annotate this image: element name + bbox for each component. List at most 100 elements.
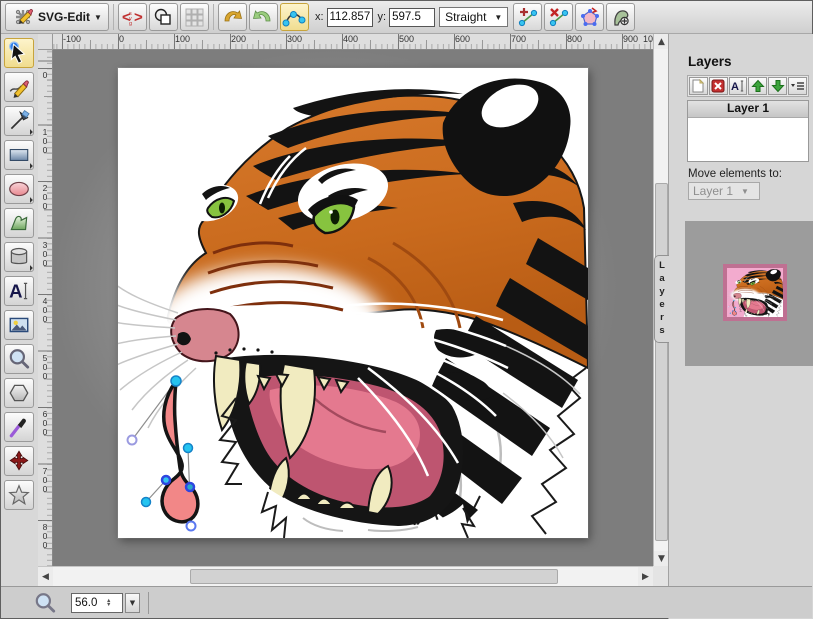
- zoom-level-input[interactable]: [72, 596, 106, 610]
- vertical-ruler: 0100200300400500600700800: [38, 50, 53, 566]
- ruler-label: 800: [40, 522, 50, 549]
- close-path-button[interactable]: [575, 3, 604, 31]
- path-tool-icon: [7, 211, 31, 235]
- pencil-tool-icon: [7, 75, 31, 99]
- open-path-button[interactable]: [606, 3, 635, 31]
- layer-menu-button[interactable]: [788, 77, 807, 95]
- svg-text:A: A: [731, 81, 739, 93]
- flyout-arrow-icon: [27, 265, 33, 271]
- text-tool-icon: A: [7, 279, 31, 303]
- ruler-label: 500: [40, 353, 50, 380]
- tool-ellipse[interactable]: [4, 174, 34, 204]
- redo-button[interactable]: [249, 3, 278, 31]
- move-layer-down-button[interactable]: [768, 77, 787, 95]
- layer-list: Layer 1: [687, 100, 809, 162]
- zoom-spinner[interactable]: ▲▼: [106, 599, 111, 607]
- grid-icon: [184, 7, 204, 27]
- layers-panel-toggle-tab[interactable]: Layers: [654, 255, 669, 343]
- grid-button[interactable]: [180, 3, 209, 31]
- vertical-scroll-thumb[interactable]: [655, 183, 668, 541]
- canvas-artwork: [118, 68, 588, 538]
- delete-node-icon: [548, 6, 570, 28]
- scroll-up-arrow[interactable]: ▲: [654, 34, 669, 49]
- scroll-left-arrow[interactable]: ◀: [38, 567, 53, 587]
- tool-path[interactable]: [4, 208, 34, 238]
- line-tool-icon: [7, 109, 31, 133]
- cylinder-icon: [7, 245, 31, 269]
- tool-line[interactable]: [4, 106, 34, 136]
- ruler-label: 100: [40, 127, 50, 154]
- tool-ornament[interactable]: [4, 446, 34, 476]
- ornament-icon: [7, 449, 31, 473]
- tool-pencil[interactable]: [4, 72, 34, 102]
- tool-star[interactable]: [4, 480, 34, 510]
- svg-edit-logo-icon: [12, 6, 34, 28]
- zoom-level-field: ▲▼: [71, 593, 123, 613]
- delete-node-button[interactable]: [544, 3, 573, 31]
- select-caret-icon: ▼: [494, 13, 502, 22]
- layer-down-icon: [771, 79, 785, 93]
- bottom-toolbar: ▲▼ ▼: [1, 586, 812, 618]
- segment-type-value: Straight: [445, 10, 486, 24]
- scroll-down-arrow[interactable]: ▼: [654, 551, 669, 566]
- ruler-label: 700: [511, 34, 526, 44]
- ruler-label: 400: [343, 34, 358, 44]
- logo-label: SVG-Edit: [38, 10, 90, 24]
- source-editor-button[interactable]: < > s v g: [118, 3, 147, 31]
- svg-edit-window: SVG-Edit ▼ < > s v g: [0, 0, 813, 619]
- ruler-label: 500: [399, 34, 414, 44]
- tool-shape-library[interactable]: [4, 242, 34, 272]
- shapes-icon: [153, 7, 174, 27]
- document-preview-region: [685, 221, 813, 366]
- scroll-right-arrow[interactable]: ▶: [638, 567, 653, 587]
- select-tool-icon: [7, 41, 31, 65]
- svg-text:>: >: [134, 9, 143, 26]
- zoom-preset-dropdown[interactable]: ▼: [125, 593, 140, 613]
- ruler-corner: [38, 34, 53, 50]
- rename-layer-button[interactable]: A: [729, 77, 748, 95]
- bottom-bar-divider: [148, 592, 149, 614]
- node-link-icon: [282, 6, 306, 28]
- delete-layer-button[interactable]: [709, 77, 728, 95]
- tool-rectangle[interactable]: [4, 140, 34, 170]
- scrollbar-corner: [653, 566, 668, 586]
- hexagon-icon: [7, 381, 31, 405]
- svg-text:g: g: [129, 21, 132, 27]
- main-menu-button[interactable]: SVG-Edit ▼: [5, 3, 109, 31]
- segment-type-select[interactable]: Straight ▼: [439, 7, 508, 27]
- select-caret-icon: ▼: [741, 187, 749, 196]
- ruler-label: 300: [287, 34, 302, 44]
- tool-select[interactable]: [4, 38, 34, 68]
- workspace: [53, 50, 653, 566]
- ruler-label: 0: [40, 70, 50, 79]
- node-link-toggle-button[interactable]: [280, 3, 309, 31]
- new-layer-button[interactable]: [689, 77, 708, 95]
- redo-icon: [252, 7, 274, 27]
- add-node-icon: [517, 6, 539, 28]
- add-node-button[interactable]: [513, 3, 542, 31]
- tool-zoom[interactable]: [4, 344, 34, 374]
- y-coordinate-input[interactable]: [389, 8, 435, 27]
- document-thumbnail[interactable]: [723, 264, 787, 321]
- layer-row-active[interactable]: Layer 1: [688, 101, 808, 118]
- tool-eyedropper[interactable]: [4, 412, 34, 442]
- move-layer-up-button[interactable]: [748, 77, 767, 95]
- close-path-icon: [579, 6, 601, 28]
- zoom-icon: [33, 591, 57, 615]
- layer-buttons-row: A: [687, 75, 809, 97]
- undo-button[interactable]: [218, 3, 247, 31]
- layer-up-icon: [751, 79, 765, 93]
- horizontal-scrollbar[interactable]: ◀ ▶: [38, 566, 653, 586]
- ruler-label: 200: [40, 183, 50, 210]
- x-coordinate-input[interactable]: [327, 8, 373, 27]
- toolbar-divider: [213, 4, 214, 30]
- undo-icon: [221, 7, 243, 27]
- tool-text[interactable]: A: [4, 276, 34, 306]
- shapes-button[interactable]: [149, 3, 178, 31]
- drawing-canvas[interactable]: [118, 68, 588, 538]
- flyout-arrow-icon: [27, 197, 33, 203]
- move-elements-select[interactable]: Layer 1 ▼: [688, 182, 760, 200]
- tool-polygon[interactable]: [4, 378, 34, 408]
- tool-image[interactable]: [4, 310, 34, 340]
- horizontal-scroll-thumb[interactable]: [190, 569, 558, 584]
